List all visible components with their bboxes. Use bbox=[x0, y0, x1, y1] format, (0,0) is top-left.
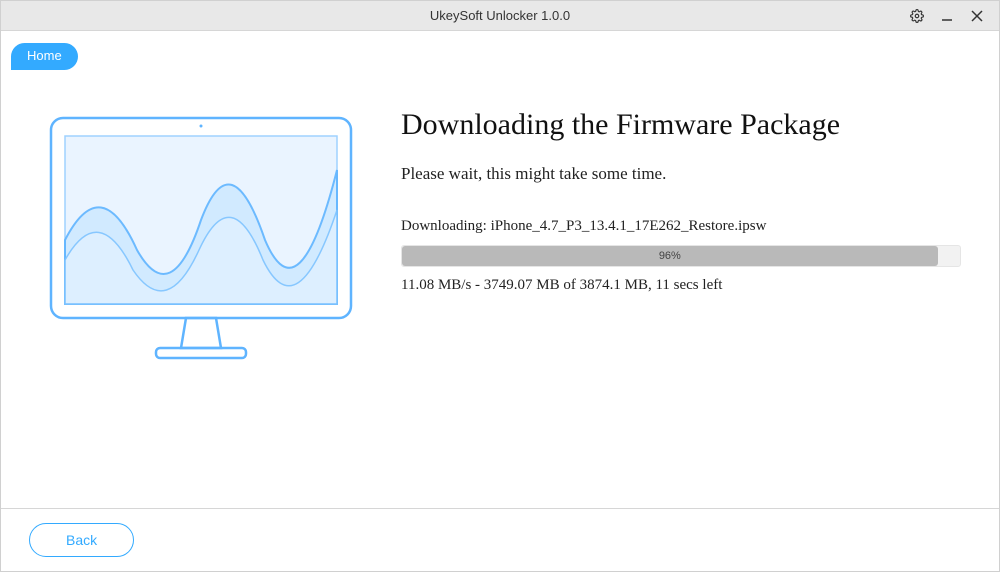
monitor-illustration bbox=[41, 110, 361, 370]
window-title: UkeySoft Unlocker 1.0.0 bbox=[1, 8, 999, 23]
page-subtext: Please wait, this might take some time. bbox=[401, 164, 969, 184]
illustration-container bbox=[31, 100, 371, 508]
minimize-icon[interactable] bbox=[939, 8, 955, 24]
page-heading: Downloading the Firmware Package bbox=[401, 108, 969, 142]
close-icon[interactable] bbox=[969, 8, 985, 24]
download-filename: iPhone_4.7_P3_13.4.1_17E262_Restore.ipsw bbox=[491, 218, 767, 234]
gear-icon[interactable] bbox=[909, 8, 925, 24]
titlebar: UkeySoft Unlocker 1.0.0 bbox=[1, 1, 999, 31]
progress-bar: 96% bbox=[401, 245, 961, 267]
progress-fill: 96% bbox=[402, 246, 938, 266]
tabstrip: Home bbox=[1, 31, 999, 70]
window-controls bbox=[909, 8, 999, 24]
content-area: Downloading the Firmware Package Please … bbox=[1, 70, 999, 508]
progress-label: 96% bbox=[659, 250, 681, 262]
download-prefix: Downloading: bbox=[401, 218, 491, 234]
footer: Back bbox=[1, 508, 999, 571]
tab-home[interactable]: Home bbox=[11, 43, 78, 70]
app-window: UkeySoft Unlocker 1.0.0 Home bbox=[0, 0, 1000, 572]
back-button[interactable]: Back bbox=[29, 523, 134, 557]
download-status: 11.08 MB/s - 3749.07 MB of 3874.1 MB, 11… bbox=[401, 277, 969, 294]
info-panel: Downloading the Firmware Package Please … bbox=[371, 100, 969, 508]
download-file-line: Downloading: iPhone_4.7_P3_13.4.1_17E262… bbox=[401, 218, 969, 235]
